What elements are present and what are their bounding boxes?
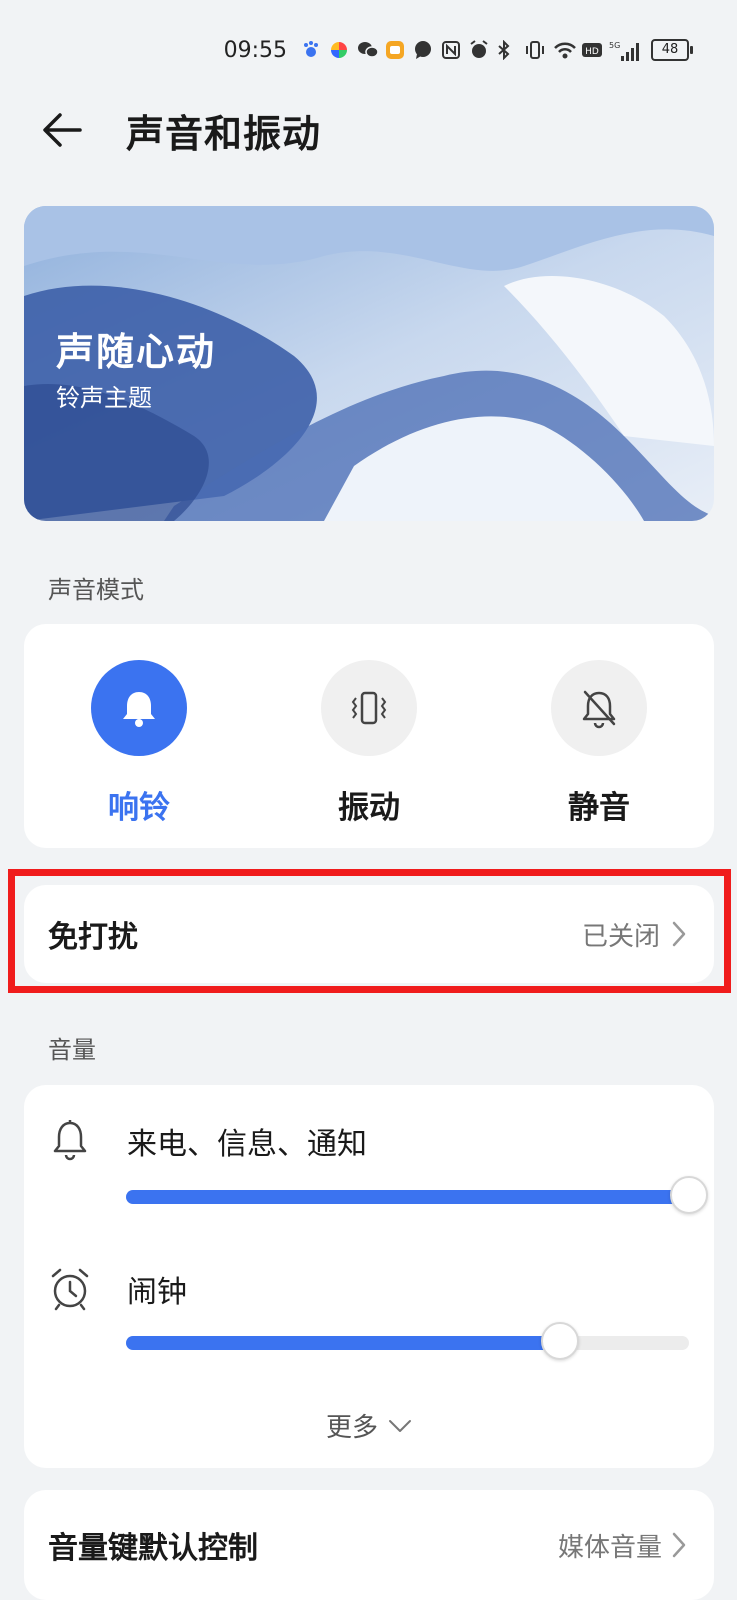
status-time: 09:55 (223, 37, 287, 63)
slider-thumb[interactable] (670, 1176, 708, 1214)
back-button[interactable] (40, 100, 110, 160)
slider-fill (126, 1190, 689, 1204)
volume-section-label: 音量 (48, 1036, 96, 1064)
bluetooth-icon (497, 39, 517, 61)
ringtone-theme-banner[interactable]: 声随心动 铃声主题 (24, 206, 714, 521)
ringer-volume-slider[interactable] (126, 1176, 708, 1214)
page-header: 声音和振动 (0, 90, 737, 170)
banner-title: 声随心动 (56, 330, 217, 374)
slider-fill (126, 1336, 560, 1350)
alarm-icon (469, 40, 489, 60)
alarm-volume-slider[interactable] (126, 1322, 689, 1360)
colorful-app-icon (329, 40, 349, 60)
volume-card: 来电、信息、通知 闹钟 更多 (24, 1085, 714, 1468)
page-title: 声音和振动 (126, 111, 322, 156)
bell-off-icon (582, 690, 616, 729)
chevron-right-icon (672, 921, 686, 947)
mode-silent-label: 静音 (568, 790, 630, 826)
mode-vibrate-label: 振动 (338, 790, 400, 826)
mode-ring-label: 响铃 (108, 790, 170, 826)
bell-icon (123, 692, 155, 727)
volume-key-label: 音量键默认控制 (48, 1531, 258, 1566)
hd-icon: HD (581, 40, 602, 60)
nfc-icon (441, 40, 461, 60)
banner-subtitle: 铃声主题 (56, 384, 152, 412)
signal-5g-icon: 5G (609, 40, 643, 61)
battery-indicator: 48 (651, 39, 693, 61)
mode-vibrate-button[interactable]: 振动 (269, 624, 469, 827)
notes-app-icon (385, 40, 405, 60)
alarm-volume-row: 闹钟 (24, 1261, 714, 1317)
more-button[interactable]: 更多 (24, 1407, 714, 1444)
mode-ring-button[interactable]: 响铃 (39, 624, 239, 827)
volume-key-value: 媒体音量 (557, 1532, 662, 1563)
arrow-left-icon (43, 113, 82, 147)
mode-silent-button[interactable]: 静音 (499, 624, 699, 827)
dnd-label: 免打扰 (48, 920, 138, 955)
more-label: 更多 (325, 1413, 378, 1443)
vibrate-icon (351, 691, 387, 725)
dnd-status: 已关闭 (581, 921, 660, 952)
sound-mode-card: 响铃 振动 静音 (24, 624, 714, 848)
sound-mode-section-label: 声音模式 (48, 576, 144, 604)
chevron-right-icon (672, 1532, 686, 1558)
alarm-volume-label: 闹钟 (127, 1275, 187, 1310)
bell-icon (53, 1120, 87, 1161)
status-bar: 09:55 HD 5G 48 (223, 28, 693, 72)
chevron-down-icon (389, 1419, 411, 1432)
alarm-clock-icon (51, 1268, 89, 1311)
wechat-icon (357, 40, 379, 60)
svg-text:5G: 5G (609, 41, 620, 50)
message-icon (413, 40, 433, 60)
svg-text:HD: HD (585, 47, 599, 57)
baidu-icon (301, 40, 321, 60)
ringer-volume-label: 来电、信息、通知 (127, 1127, 367, 1162)
slider-thumb[interactable] (541, 1322, 579, 1360)
volume-key-control-row[interactable]: 音量键默认控制 媒体音量 (24, 1490, 714, 1600)
vibrate-icon (525, 40, 545, 60)
wifi-icon (553, 40, 576, 60)
ringer-volume-row: 来电、信息、通知 (24, 1113, 714, 1169)
do-not-disturb-row[interactable]: 免打扰 已关闭 (24, 885, 714, 983)
